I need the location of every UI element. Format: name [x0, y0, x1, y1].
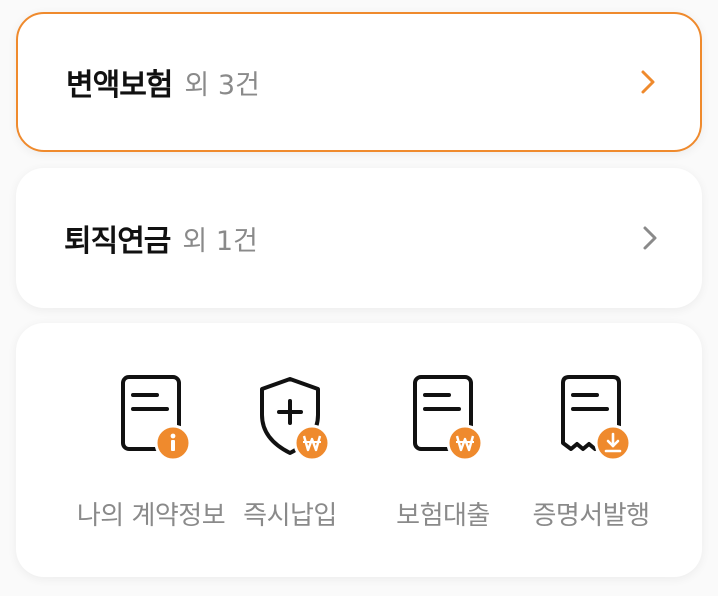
chevron-right-icon: [638, 224, 662, 252]
contract-title: 변액보험: [66, 68, 173, 103]
contract-count: 외 3건: [184, 69, 260, 101]
document-info-icon: [111, 375, 192, 469]
menu-label: 즉시납입: [243, 501, 337, 531]
shield-won-icon: [250, 375, 331, 469]
chevron-right-icon: [636, 68, 660, 96]
document-won-icon: [403, 375, 484, 469]
quick-menu-card: 나의 계약정보 즉시납입 보험대출 증명서발행: [16, 323, 702, 577]
contract-title: 퇴직연금: [64, 224, 171, 259]
contract-card-variable-insurance[interactable]: 변액보험 외 3건: [16, 12, 702, 152]
receipt-download-icon: [551, 375, 632, 469]
menu-label: 보험대출: [396, 501, 490, 531]
contract-count: 외 1건: [182, 225, 258, 257]
contract-card-retirement-pension[interactable]: 퇴직연금 외 1건: [16, 168, 702, 308]
quick-menu-grid: 나의 계약정보 즉시납입 보험대출 증명서발행: [16, 375, 702, 531]
menu-item-certificate-issuance[interactable]: 증명서발행: [501, 375, 681, 532]
menu-label: 증명서발행: [532, 501, 650, 531]
